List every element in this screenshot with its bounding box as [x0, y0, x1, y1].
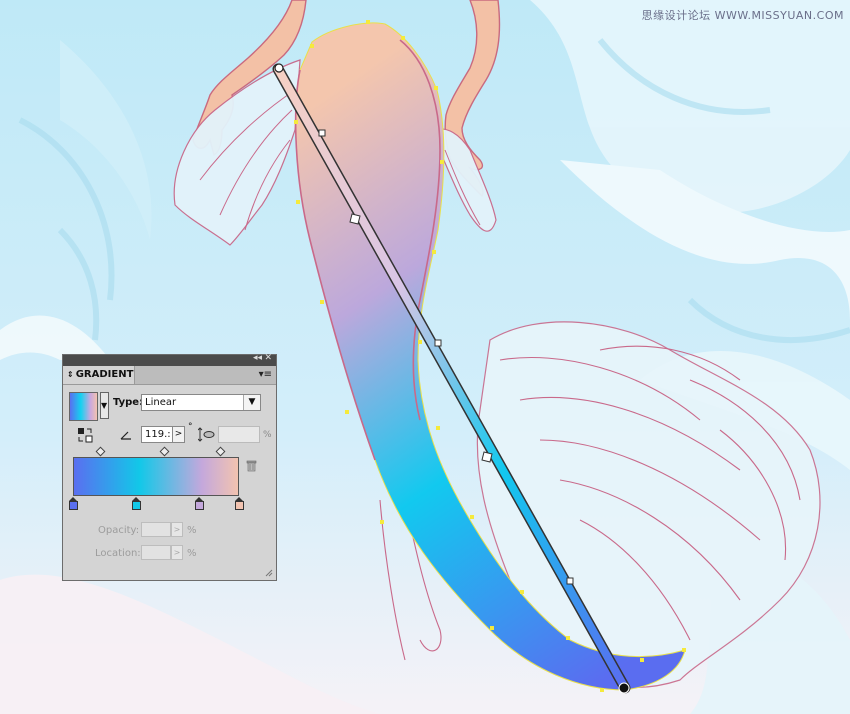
location-unit: % [187, 548, 197, 559]
panel-tab-row: ⇕ GRADIENT ▾≡ [63, 366, 276, 385]
tab-gradient-label: GRADIENT [75, 369, 134, 380]
annotator-start-handle[interactable] [274, 63, 284, 73]
color-stop[interactable] [235, 497, 244, 510]
color-stop[interactable] [132, 497, 141, 510]
location-stepper: > [171, 545, 183, 560]
degree-symbol: ° [188, 422, 193, 432]
type-select-value: Linear [145, 397, 177, 408]
gradient-midpoint-diamond[interactable] [159, 446, 170, 457]
color-stop[interactable] [69, 497, 78, 510]
location-label: Location: [95, 548, 141, 559]
angle-input[interactable]: 119.: [141, 426, 173, 443]
panel-menu-icon[interactable]: ▾≡ [259, 369, 272, 380]
double-chevron-left-icon[interactable]: ◂◂ [253, 353, 262, 363]
gradient-preview-swatch[interactable] [69, 392, 98, 421]
gradient-swatch-dropdown[interactable]: ▼ [100, 392, 109, 419]
angle-stepper[interactable]: > [172, 426, 185, 443]
opacity-unit: % [187, 525, 197, 536]
type-select[interactable]: Linear ▼ [141, 394, 261, 411]
aspect-ratio-input [218, 426, 260, 443]
annotator-color-stop[interactable] [349, 213, 361, 225]
panel-title-bar[interactable]: ◂◂ ✕ [63, 353, 276, 366]
chevron-down-icon: ▼ [101, 401, 108, 410]
opacity-input [141, 522, 171, 537]
opacity-label: Opacity: [98, 525, 140, 536]
annotator-midpoint[interactable] [566, 577, 574, 585]
site-watermark: 思缘设计论坛 WWW.MISSYUAN.COM [641, 9, 844, 22]
resize-grip-icon[interactable] [265, 569, 273, 577]
gradient-midpoint-diamond[interactable] [215, 446, 226, 457]
panel-close-icon[interactable]: ✕ [264, 353, 272, 363]
annotator-end-handle[interactable] [618, 682, 630, 694]
angle-icon [120, 431, 131, 440]
type-label: Type: [113, 397, 144, 408]
color-stop[interactable] [195, 497, 204, 510]
reverse-gradient-icon[interactable] [77, 427, 93, 443]
tab-gradient[interactable]: ⇕ GRADIENT [63, 366, 135, 384]
trash-icon[interactable] [246, 459, 257, 472]
aspect-ratio-unit: % [263, 430, 272, 440]
location-input [141, 545, 171, 560]
annotator-color-stop[interactable] [481, 451, 493, 463]
tab-expand-icon[interactable]: ⇕ [67, 370, 74, 379]
gradient-midpoint-diamond[interactable] [95, 446, 106, 457]
annotator-midpoint[interactable] [318, 129, 326, 137]
aspect-ratio-icon [198, 427, 215, 442]
gradient-slider[interactable] [73, 457, 239, 496]
chevron-down-icon: ▼ [243, 395, 260, 410]
gradient-panel[interactable]: ◂◂ ✕ ⇕ GRADIENT ▾≡ ▼ Type: Linear ▼ 119.:… [62, 353, 277, 581]
opacity-stepper: > [171, 522, 183, 537]
annotator-midpoint[interactable] [434, 339, 442, 347]
